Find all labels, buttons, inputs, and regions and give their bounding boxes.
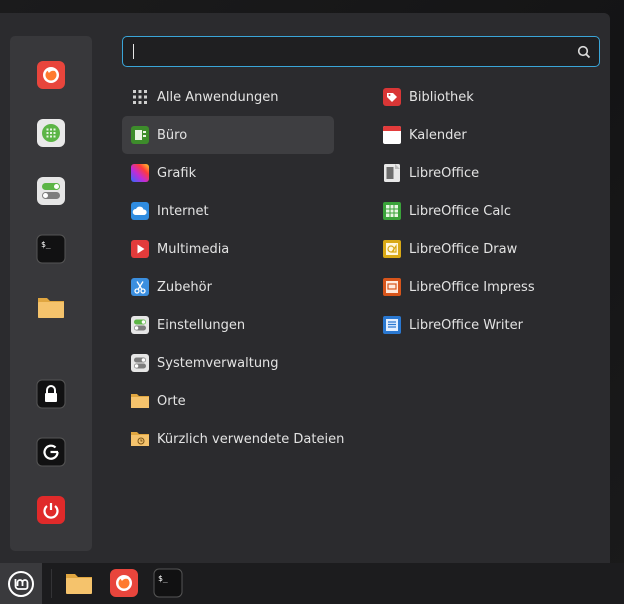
favorite-terminal[interactable]: $_ (35, 233, 67, 265)
category-recent-files[interactable]: Kürzlich verwendete Dateien (122, 420, 344, 458)
folder-icon (38, 298, 64, 318)
app-label: LibreOffice Impress (409, 279, 535, 295)
category-label: Zubehör (157, 279, 212, 295)
favorite-firefox[interactable] (35, 59, 67, 91)
terminal-icon: $_ (36, 234, 66, 264)
app-libreoffice[interactable]: LibreOffice (374, 154, 600, 192)
category-label: Orte (157, 393, 186, 409)
app-label: LibreOffice (409, 165, 480, 181)
category-multimedia[interactable]: Multimedia (122, 230, 334, 268)
category-internet[interactable]: Internet (122, 192, 334, 230)
application-list: Bibliothek Kalender LibreOffice LibreOff… (374, 78, 600, 344)
firefox-icon (110, 569, 138, 597)
category-label: Systemverwaltung (157, 355, 279, 371)
impress-icon (382, 277, 402, 297)
menu-button[interactable] (0, 563, 42, 604)
category-all-applications[interactable]: Alle Anwendungen (122, 78, 334, 116)
app-calendar[interactable]: Kalender (374, 116, 600, 154)
folder-icon (130, 391, 150, 411)
taskbar-separator (51, 569, 52, 598)
scissors-icon (130, 277, 150, 297)
linux-mint-logo-icon (8, 570, 34, 597)
folder-icon (66, 574, 92, 594)
category-accessories[interactable]: Zubehör (122, 268, 334, 306)
search-input[interactable] (123, 37, 569, 66)
power-icon (37, 496, 65, 524)
lock-screen-button[interactable] (35, 378, 67, 410)
app-libreoffice-calc[interactable]: LibreOffice Calc (374, 192, 600, 230)
category-list: Alle Anwendungen Büro Grafik Internet Mu… (122, 78, 344, 458)
category-label: Einstellungen (157, 317, 246, 333)
svg-text:$_: $_ (158, 574, 168, 583)
search-icon (577, 45, 591, 58)
app-label: LibreOffice Writer (409, 317, 523, 333)
taskbar-files[interactable] (63, 567, 95, 599)
software-manager-icon (37, 119, 65, 147)
taskbar-terminal[interactable]: $_ (152, 567, 184, 599)
libreoffice-icon (382, 163, 402, 183)
app-label: Bibliothek (409, 89, 474, 105)
category-office[interactable]: Büro (122, 116, 334, 154)
office-icon (130, 125, 150, 145)
category-settings[interactable]: Einstellungen (122, 306, 334, 344)
taskbar-firefox[interactable] (108, 567, 140, 599)
draw-icon (382, 239, 402, 259)
taskbar: $_ (0, 563, 624, 604)
app-label: LibreOffice Draw (409, 241, 518, 257)
grid-icon (130, 87, 150, 107)
app-libreoffice-writer[interactable]: LibreOffice Writer (374, 306, 600, 344)
library-icon (382, 87, 402, 107)
category-label: Alle Anwendungen (157, 89, 279, 105)
toggle-icon (130, 315, 150, 335)
cloud-icon (130, 201, 150, 221)
settings-toggle-icon (37, 177, 65, 205)
play-icon (130, 239, 150, 259)
calc-icon (382, 201, 402, 221)
application-menu: $_ Alle Anwendungen Büro Grafik Internet… (0, 13, 610, 563)
app-label: Kalender (409, 127, 467, 143)
app-label: LibreOffice Calc (409, 203, 512, 219)
app-library[interactable]: Bibliothek (374, 78, 600, 116)
favorite-software-manager[interactable] (35, 117, 67, 149)
text-cursor (133, 44, 134, 59)
recent-folder-icon (130, 429, 150, 449)
app-libreoffice-draw[interactable]: LibreOffice Draw (374, 230, 600, 268)
category-label: Internet (157, 203, 209, 219)
terminal-icon: $_ (153, 568, 183, 598)
search-button[interactable] (569, 37, 599, 66)
favorite-files[interactable] (35, 291, 67, 323)
logout-button[interactable] (35, 436, 67, 468)
category-system-administration[interactable]: Systemverwaltung (122, 344, 334, 382)
favorite-settings[interactable] (35, 175, 67, 207)
category-label: Grafik (157, 165, 197, 181)
favorites-panel: $_ (10, 36, 92, 551)
firefox-icon (37, 61, 65, 89)
logout-icon (36, 437, 66, 467)
category-label: Kürzlich verwendete Dateien (157, 431, 345, 447)
category-graphics[interactable]: Grafik (122, 154, 334, 192)
system-icon (130, 353, 150, 373)
lock-icon (36, 379, 66, 409)
category-places[interactable]: Orte (122, 382, 334, 420)
category-label: Büro (157, 127, 188, 143)
search-box (122, 36, 600, 67)
category-label: Multimedia (157, 241, 230, 257)
writer-icon (382, 315, 402, 335)
shutdown-button[interactable] (35, 494, 67, 526)
app-libreoffice-impress[interactable]: LibreOffice Impress (374, 268, 600, 306)
graphics-icon (130, 163, 150, 183)
svg-text:$_: $_ (41, 240, 51, 249)
calendar-icon (382, 125, 402, 145)
